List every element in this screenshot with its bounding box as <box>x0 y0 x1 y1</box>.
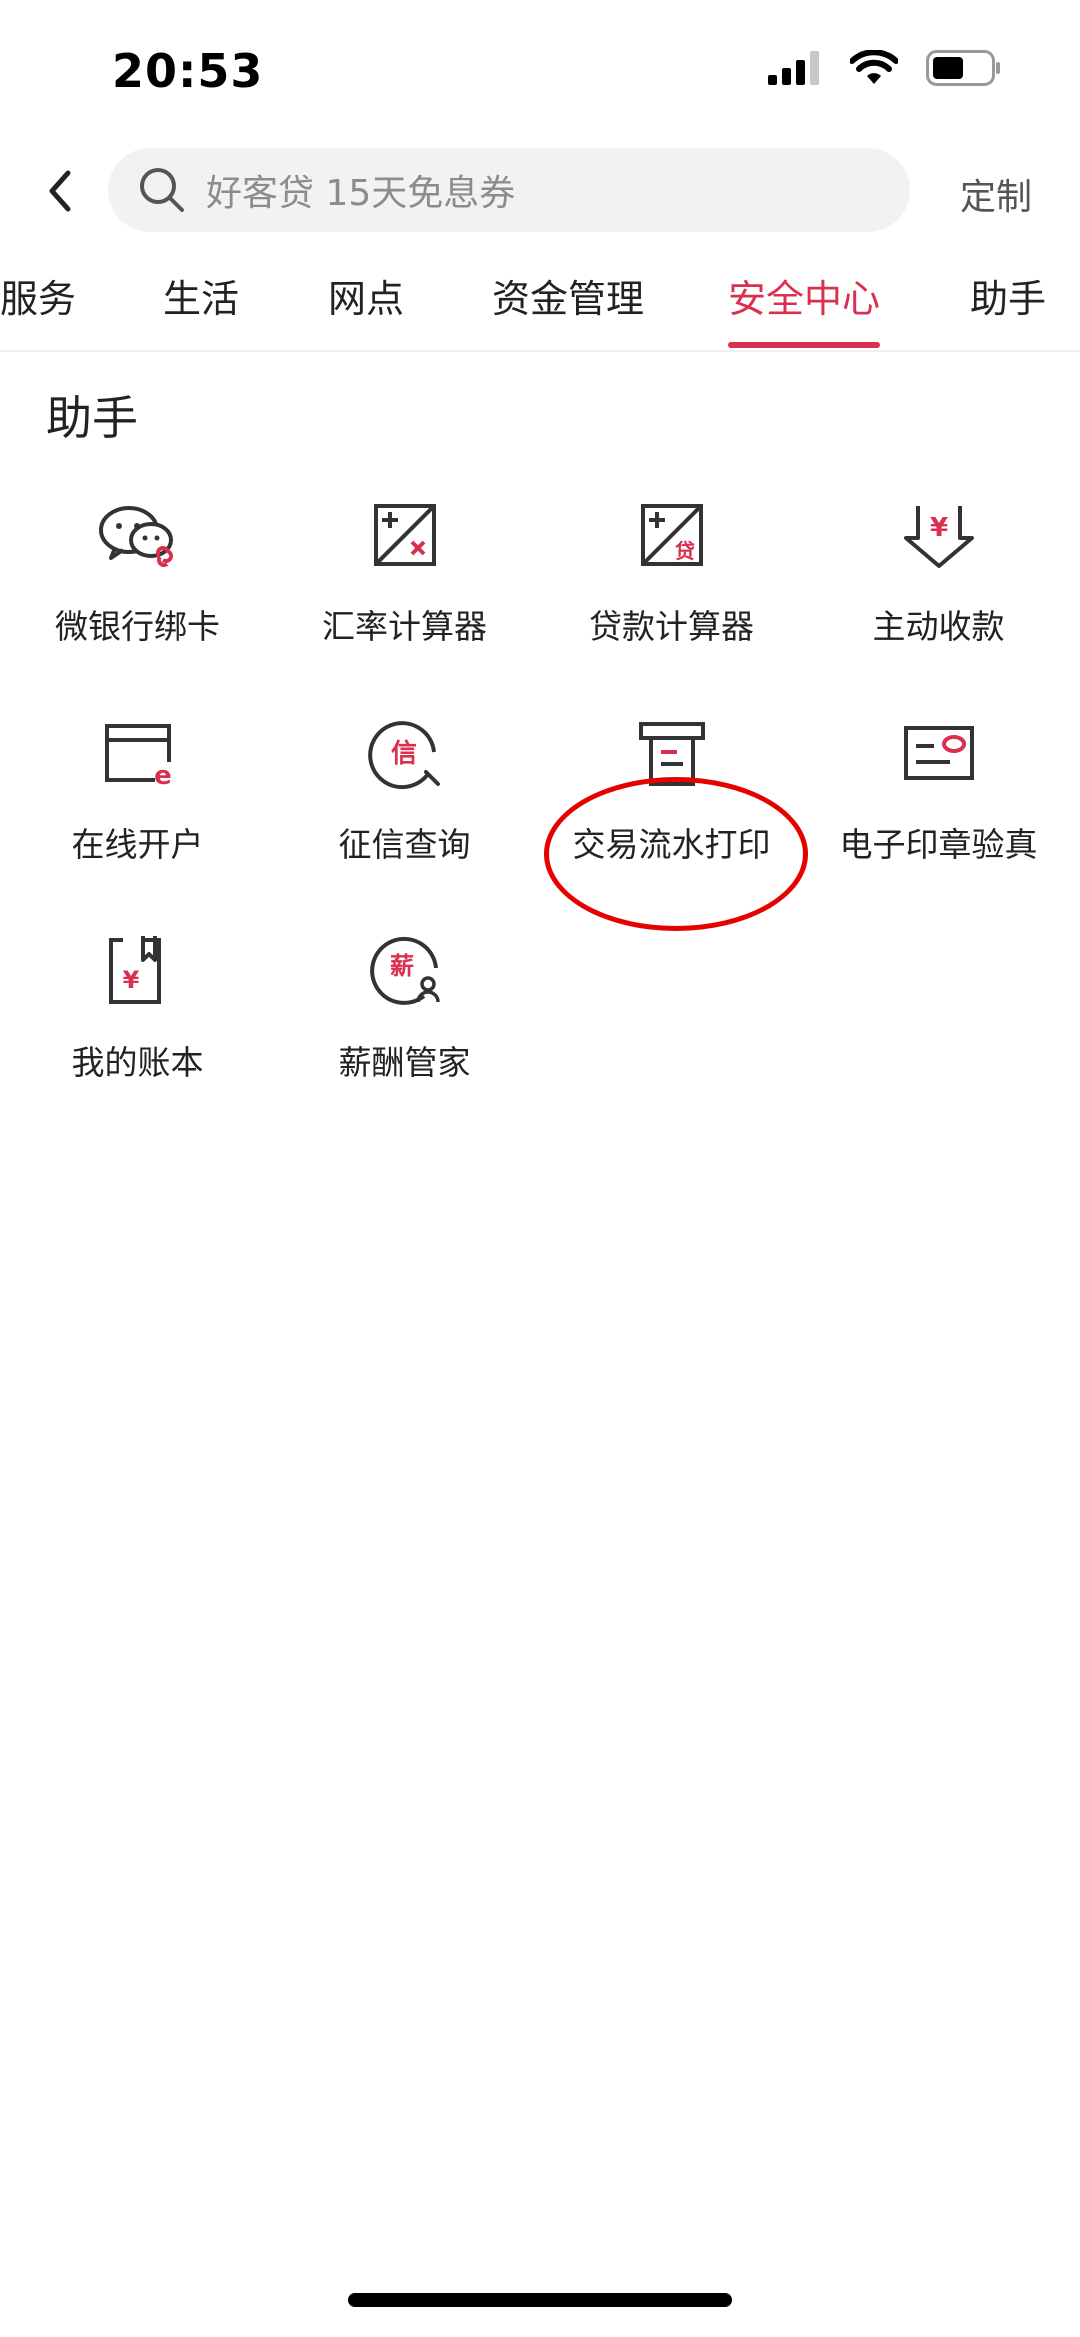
svg-text:¥: ¥ <box>122 966 139 994</box>
svg-text:信: 信 <box>390 739 416 769</box>
loan-calculator-icon: 贷 <box>640 504 703 566</box>
tab-branches[interactable]: 网点 <box>328 268 404 348</box>
chevron-left-icon <box>49 170 71 212</box>
grid-item-label: 征信查询 <box>338 825 471 864</box>
exchange-calculator-icon <box>373 504 436 566</box>
grid-item-receive-payment[interactable]: ¥ 主动收款 <box>805 490 1072 690</box>
annotation-circle <box>544 777 808 931</box>
wechat-link-icon <box>98 506 173 567</box>
home-indicator[interactable] <box>348 2293 732 2307</box>
svg-text:e: e <box>154 761 172 791</box>
tab-services[interactable]: 服务 <box>0 268 76 348</box>
grid-item-loan-calculator[interactable]: 贷 贷款计算器 <box>538 490 805 690</box>
receive-payment-icon: ¥ <box>903 506 974 568</box>
grid-item-e-seal-verify[interactable]: 电子印章验真 <box>805 708 1072 908</box>
svg-text:薪: 薪 <box>390 952 414 980</box>
grid-item-online-account[interactable]: e 在线开户 <box>4 708 271 908</box>
battery-icon <box>926 50 1000 86</box>
search-input[interactable]: 好客贷 15天免息券 <box>108 148 910 232</box>
tab-fund-management[interactable]: 资金管理 <box>492 268 644 348</box>
section-title: 助手 <box>46 391 138 445</box>
status-icons <box>768 50 1002 86</box>
grid-item-salary-manager[interactable]: 薪 薪酬管家 <box>271 926 538 1126</box>
ledger-icon: ¥ <box>108 936 161 1004</box>
back-button[interactable] <box>30 161 90 221</box>
grid-item-credit-inquiry[interactable]: 信 征信查询 <box>271 708 538 908</box>
grid-item-my-ledger[interactable]: ¥ 我的账本 <box>4 926 271 1126</box>
grid-item-label: 薪酬管家 <box>338 1043 471 1082</box>
search-placeholder: 好客贷 15天免息券 <box>206 173 516 214</box>
signal-icon <box>768 51 819 85</box>
tab-life[interactable]: 生活 <box>163 268 239 348</box>
grid-item-label: 在线开户 <box>71 825 204 864</box>
status-time: 20:53 <box>112 44 264 98</box>
status-bar: 20:53 <box>0 0 1080 140</box>
salary-manager-icon: 薪 <box>369 936 440 1005</box>
grid-item-label: 电子印章验真 <box>839 825 1038 864</box>
wifi-icon <box>850 50 898 84</box>
header: 好客贷 15天免息券 定制 <box>0 148 1080 234</box>
tab-security-center[interactable]: 安全中心 <box>728 268 881 348</box>
grid-item-label: 汇率计算器 <box>322 607 487 646</box>
grid-item-label: 主动收款 <box>872 607 1005 646</box>
category-tabs: 服务 生活 网点 资金管理 安全中心 助手 <box>0 268 1080 352</box>
credit-inquiry-icon: 信 <box>367 721 440 790</box>
grid-item-exchange-calculator[interactable]: 汇率计算器 <box>271 490 538 690</box>
active-tab-underline <box>728 342 881 348</box>
grid-item-label: 贷款计算器 <box>589 607 754 646</box>
grid-item-label: 微银行绑卡 <box>55 607 220 646</box>
online-account-icon: e <box>104 724 172 791</box>
tab-assistant[interactable]: 助手 <box>970 268 1046 348</box>
customize-button[interactable]: 定制 <box>960 168 1032 220</box>
search-icon <box>140 168 184 212</box>
svg-text:¥: ¥ <box>929 513 947 543</box>
grid-item-wechat-bind[interactable]: 微银行绑卡 <box>4 490 271 690</box>
svg-text:贷: 贷 <box>675 539 695 563</box>
e-seal-verify-icon <box>903 726 974 780</box>
grid-item-label: 我的账本 <box>71 1043 204 1082</box>
